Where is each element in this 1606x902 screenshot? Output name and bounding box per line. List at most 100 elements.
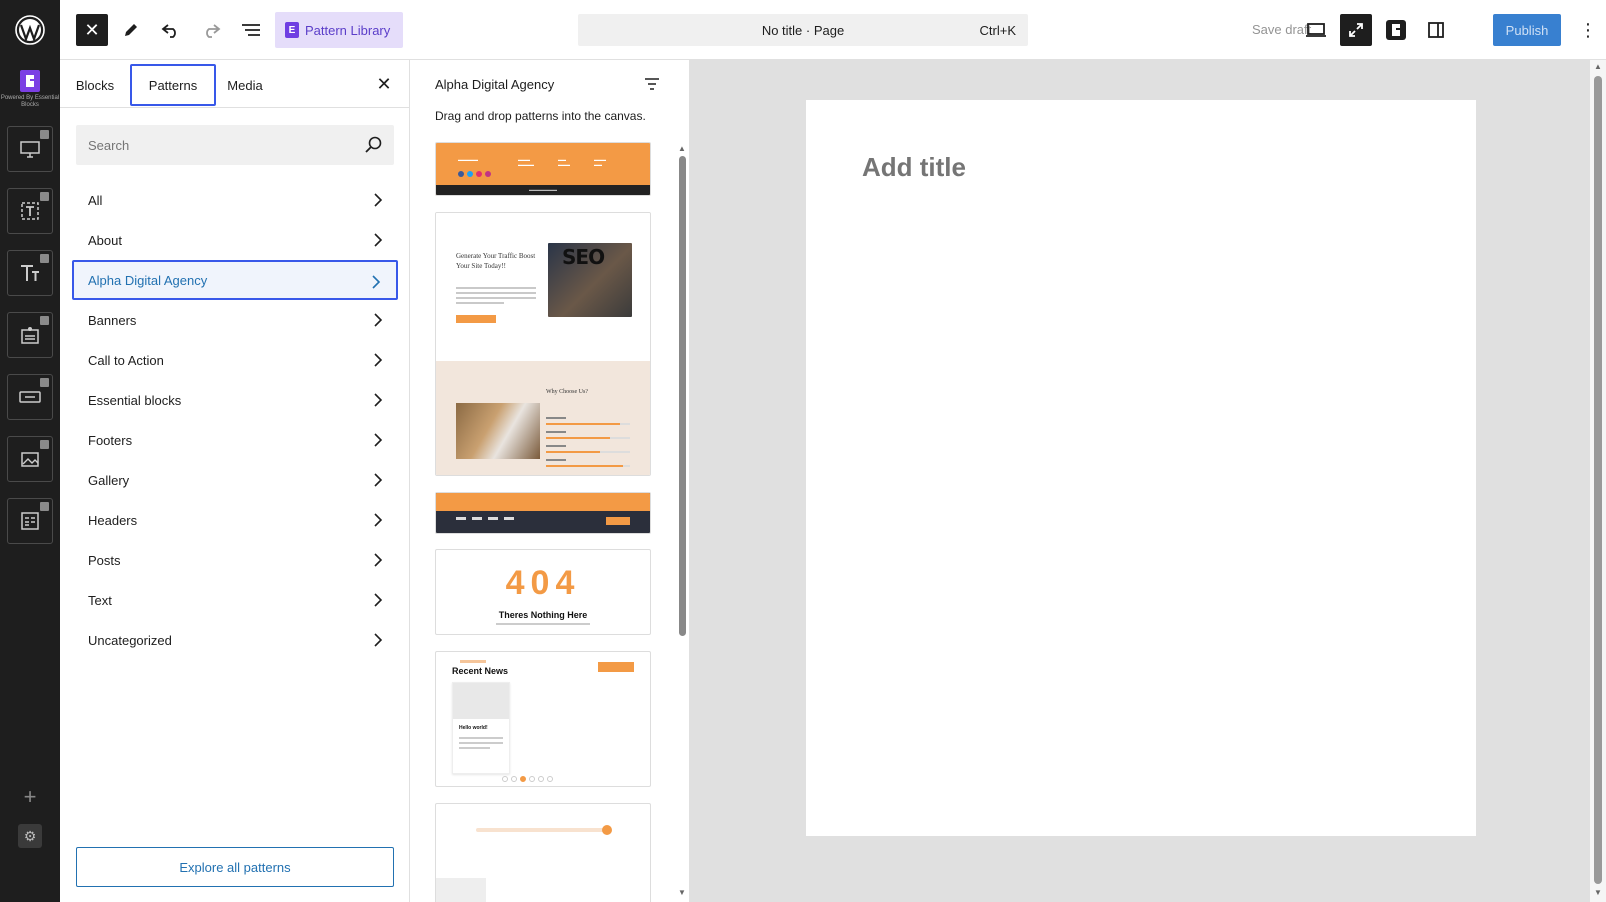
- category-banners[interactable]: Banners: [72, 300, 398, 340]
- editor-canvas[interactable]: Add title: [806, 100, 1476, 836]
- block-inserter-panel: Blocks Patterns Media ✕ All About Alpha …: [60, 60, 410, 902]
- pattern-preview-footer[interactable]: ▬▬▬▬▬ ▬▬▬ ▬▬▬▬ ▬▬ ▬▬▬ ▬▬▬ ▬▬ ▬▬▬▬▬▬▬: [435, 142, 651, 196]
- wordpress-logo-icon[interactable]: [0, 0, 60, 60]
- add-block-icon[interactable]: +: [18, 786, 42, 810]
- category-text[interactable]: Text: [72, 580, 398, 620]
- button-block-icon: [19, 391, 41, 403]
- patterns-scrollbar[interactable]: [679, 156, 686, 636]
- category-essential-blocks[interactable]: Essential blocks: [72, 380, 398, 420]
- category-gallery[interactable]: Gallery: [72, 460, 398, 500]
- preview-why-heading: Why Choose Us?: [546, 389, 588, 395]
- tab-blocks[interactable]: Blocks: [68, 64, 122, 106]
- chevron-right-icon: [374, 233, 383, 247]
- pattern-category-title: Alpha Digital Agency: [435, 77, 555, 92]
- editor-canvas-area: Add title: [690, 60, 1590, 902]
- pattern-library-logo-icon: E: [285, 22, 299, 38]
- canvas-scroll-down-icon[interactable]: ▼: [1594, 888, 1602, 897]
- card-icon: [21, 327, 39, 344]
- chevron-right-icon: [374, 633, 383, 647]
- pro-badge-icon: [40, 502, 49, 511]
- pattern-preview-404[interactable]: 404 Theres Nothing Here: [435, 549, 651, 635]
- category-label: Posts: [88, 552, 121, 568]
- settings-sidebar-button[interactable]: [1420, 14, 1452, 46]
- close-inserter-button[interactable]: ✕: [76, 14, 108, 46]
- pattern-preview-header[interactable]: [435, 492, 651, 534]
- undo-icon: [161, 24, 176, 38]
- rail-block-text-frame[interactable]: [7, 188, 53, 234]
- preview-404-subtext: [496, 623, 590, 625]
- canvas-scroll-up-icon[interactable]: ▲: [1594, 62, 1602, 71]
- rail-block-image-gallery[interactable]: [7, 436, 53, 482]
- chevron-right-icon: [374, 313, 383, 327]
- tools-button[interactable]: [115, 14, 147, 46]
- category-label: Call to Action: [88, 352, 164, 368]
- essential-blocks-brand: Powered By Essential Blocks: [0, 70, 60, 116]
- preview-button[interactable]: [1300, 14, 1332, 46]
- category-alpha-digital-agency[interactable]: Alpha Digital Agency: [72, 260, 398, 300]
- post-title-input[interactable]: Add title: [862, 152, 966, 183]
- preview-footer-column: ▬▬▬ ▬▬▬▬: [518, 157, 534, 167]
- tab-patterns[interactable]: Patterns: [130, 64, 216, 106]
- category-footers[interactable]: Footers: [72, 420, 398, 460]
- canvas-scrollbar[interactable]: [1594, 76, 1602, 884]
- dribbble-icon: [485, 171, 491, 177]
- category-label: Gallery: [88, 472, 130, 488]
- redo-icon: [206, 24, 221, 38]
- essential-blocks-logo-icon: [20, 70, 40, 92]
- scroll-up-icon[interactable]: ▲: [678, 144, 686, 153]
- category-all[interactable]: All: [72, 180, 398, 220]
- undo-button[interactable]: [155, 14, 187, 46]
- document-title: No title · Page: [761, 23, 845, 38]
- rail-block-button[interactable]: [7, 374, 53, 420]
- publish-button[interactable]: Publish: [1493, 14, 1561, 46]
- category-label: Alpha Digital Agency: [88, 272, 208, 288]
- chevron-right-icon: [374, 393, 383, 407]
- typography-icon: [21, 265, 39, 281]
- rail-block-card[interactable]: [7, 312, 53, 358]
- pro-badge-icon: [40, 316, 49, 325]
- preview-hero-section: Generate Your Traffic Boost Your Site To…: [436, 213, 650, 361]
- chevron-right-icon: [374, 353, 383, 367]
- command-palette-button[interactable]: No title · Page Ctrl+K: [578, 14, 1028, 46]
- essential-blocks-button[interactable]: [1380, 14, 1412, 46]
- chevron-right-icon: [374, 553, 383, 567]
- search-input[interactable]: [76, 125, 356, 165]
- preview-header-nav: [456, 517, 514, 520]
- category-posts[interactable]: Posts: [72, 540, 398, 580]
- document-overview-button[interactable]: [235, 14, 267, 46]
- preview-progress-row: [546, 417, 630, 431]
- category-call-to-action[interactable]: Call to Action: [72, 340, 398, 380]
- list-view-icon: [242, 24, 260, 36]
- category-about[interactable]: About: [72, 220, 398, 260]
- rail-block-typography[interactable]: [7, 250, 53, 296]
- category-label: Essential blocks: [88, 392, 182, 408]
- fullscreen-toggle-button[interactable]: [1340, 14, 1372, 46]
- preview-progress-bars: [546, 417, 630, 473]
- preview-news-button: [598, 662, 634, 672]
- preview-news-kicker: [460, 660, 486, 663]
- expand-icon: [1349, 23, 1363, 37]
- filter-icon[interactable]: [642, 74, 662, 94]
- category-label: Text: [88, 592, 112, 608]
- rail-block-layout[interactable]: [7, 498, 53, 544]
- explore-all-patterns-button[interactable]: Explore all patterns: [76, 847, 394, 887]
- pattern-preview-hero[interactable]: Generate Your Traffic Boost Your Site To…: [435, 212, 651, 476]
- redo-button[interactable]: [195, 14, 227, 46]
- pattern-preview-recent-news[interactable]: Recent News Hello world!: [435, 651, 651, 787]
- gear-icon[interactable]: ⚙: [18, 824, 42, 848]
- scroll-down-icon[interactable]: ▼: [678, 888, 686, 897]
- preview-header-button: [606, 517, 630, 525]
- preview-hero-button: [456, 315, 496, 323]
- sidebar-icon: [1428, 22, 1444, 38]
- preview-progress-row: [546, 431, 630, 445]
- options-menu-button[interactable]: ⋮: [1576, 14, 1600, 46]
- tab-media[interactable]: Media: [220, 64, 270, 106]
- more-vertical-icon: ⋮: [1579, 19, 1597, 40]
- rail-block-monitor[interactable]: [7, 126, 53, 172]
- category-label: All: [88, 192, 103, 208]
- category-uncategorized[interactable]: Uncategorized: [72, 620, 398, 660]
- pattern-preview-partial[interactable]: [435, 803, 651, 902]
- close-panel-button[interactable]: ✕: [374, 74, 394, 94]
- category-headers[interactable]: Headers: [72, 500, 398, 540]
- pattern-library-button[interactable]: E Pattern Library: [275, 12, 403, 48]
